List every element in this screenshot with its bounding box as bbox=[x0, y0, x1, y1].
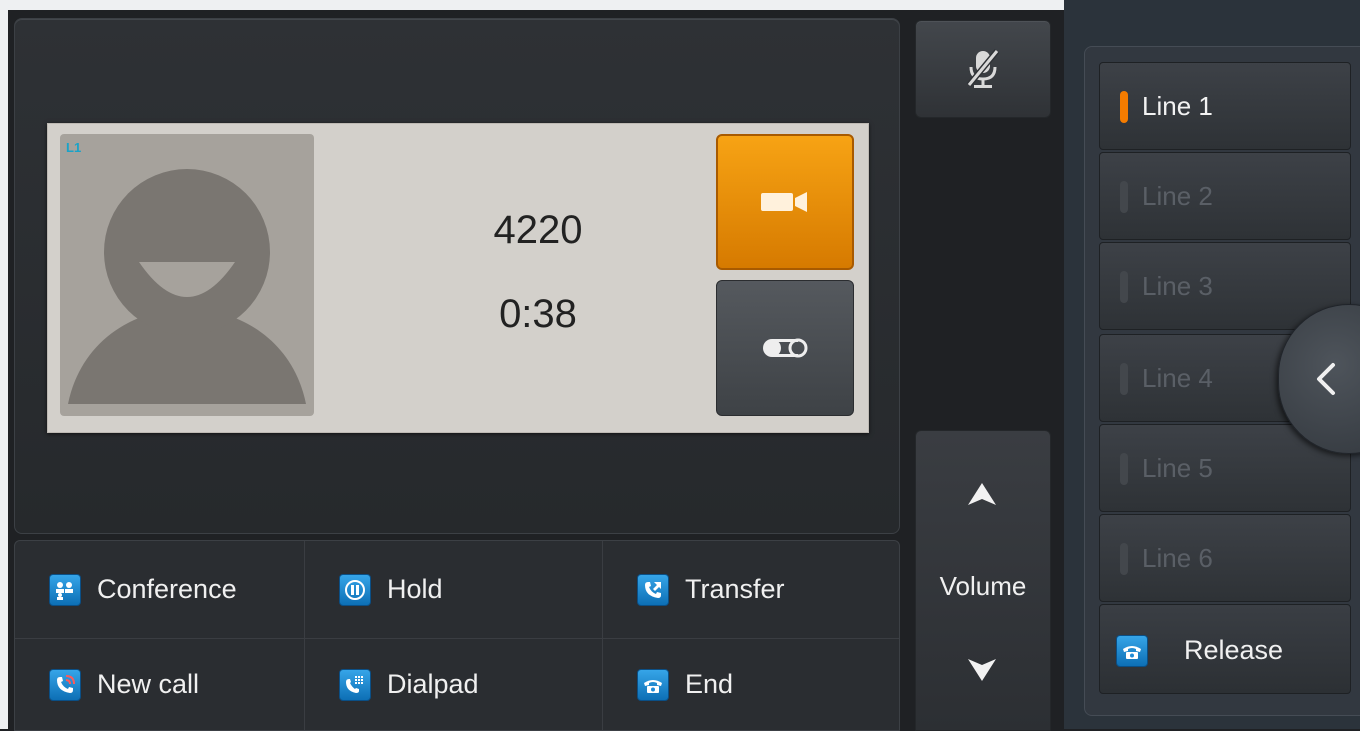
end-label: End bbox=[685, 669, 734, 699]
new-call-label: New call bbox=[97, 669, 200, 699]
line-label: Line 4 bbox=[1142, 363, 1213, 393]
line-label: Line 5 bbox=[1142, 453, 1213, 483]
dialpad-icon bbox=[339, 668, 371, 701]
line-key-2[interactable]: Line 2 bbox=[1099, 152, 1351, 240]
conference-label: Conference bbox=[97, 574, 237, 604]
line-status-indicator bbox=[1120, 181, 1128, 213]
line-label: Line 1 bbox=[1142, 91, 1213, 121]
line-status-indicator bbox=[1120, 91, 1128, 123]
mic-muted-icon bbox=[966, 49, 1000, 88]
volume-control: Volume bbox=[915, 430, 1051, 731]
video-camera-icon bbox=[761, 192, 807, 212]
call-actions: Conference Hold Transfer New call Dialpa… bbox=[14, 540, 900, 731]
volume-label: Volume bbox=[939, 571, 1027, 601]
voicemail-button[interactable] bbox=[716, 280, 854, 416]
volume-up-button[interactable] bbox=[968, 483, 996, 505]
line-status-indicator bbox=[1120, 271, 1128, 303]
end-call-button[interactable]: End bbox=[603, 639, 899, 730]
release-label: Release bbox=[1184, 635, 1284, 665]
transfer-icon bbox=[637, 573, 669, 606]
call-duration: 0:38 bbox=[499, 292, 577, 336]
active-call-card[interactable]: L1 4220 0:38 bbox=[47, 123, 869, 433]
video-button[interactable] bbox=[716, 134, 854, 270]
person-silhouette-icon bbox=[68, 169, 306, 404]
line-label: Line 2 bbox=[1142, 181, 1213, 211]
voicemail-icon bbox=[763, 338, 808, 358]
line-key-1[interactable]: Line 1 bbox=[1099, 62, 1351, 150]
line-status-indicator bbox=[1120, 453, 1128, 485]
window-frame-left bbox=[0, 0, 8, 729]
line-label: Line 6 bbox=[1142, 543, 1213, 573]
callee-number: 4220 bbox=[493, 208, 583, 252]
new-call-button[interactable]: New call bbox=[15, 639, 305, 730]
dialpad-button[interactable]: Dialpad bbox=[305, 639, 603, 730]
hold-button[interactable]: Hold bbox=[305, 541, 603, 639]
conference-button[interactable]: Conference bbox=[15, 541, 305, 639]
volume-down-button[interactable] bbox=[968, 659, 996, 681]
transfer-label: Transfer bbox=[685, 574, 785, 604]
phone-ring-icon bbox=[49, 668, 81, 701]
line-status-indicator bbox=[1120, 363, 1128, 395]
line-status-indicator bbox=[1120, 543, 1128, 575]
chevron-left-icon bbox=[1317, 363, 1335, 395]
conference-icon bbox=[49, 573, 81, 606]
pause-icon bbox=[339, 573, 371, 606]
mute-button[interactable] bbox=[915, 20, 1051, 118]
dialpad-label: Dialpad bbox=[387, 669, 479, 699]
hang-up-icon bbox=[1116, 635, 1148, 667]
contact-avatar: L1 bbox=[60, 134, 314, 416]
line-tag: L1 bbox=[66, 140, 82, 155]
transfer-button[interactable]: Transfer bbox=[603, 541, 899, 639]
call-panel: L1 4220 0:38 bbox=[14, 18, 900, 534]
line-key-6[interactable]: Line 6 bbox=[1099, 514, 1351, 602]
hold-label: Hold bbox=[387, 574, 443, 604]
line-label: Line 3 bbox=[1142, 271, 1213, 301]
hang-up-icon bbox=[637, 668, 669, 701]
release-button[interactable]: Release bbox=[1099, 604, 1351, 694]
